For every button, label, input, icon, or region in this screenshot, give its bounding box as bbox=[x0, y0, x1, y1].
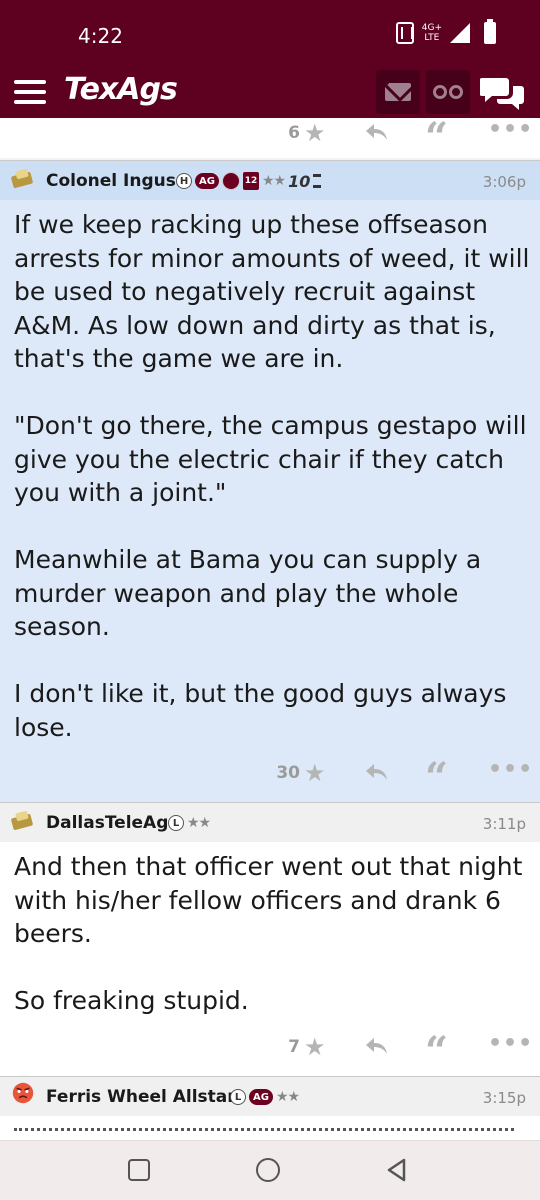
author-avatar-icon bbox=[11, 811, 33, 830]
badge-l: L bbox=[230, 1089, 246, 1105]
post-header: DallasTeleAg L ★★ 3:11p bbox=[0, 802, 540, 842]
network-label-top: 4G+ bbox=[421, 23, 442, 33]
post-time: 3:06p bbox=[482, 173, 526, 191]
post-header: Ferris Wheel Allstar L AG ★★ 3:15p bbox=[0, 1076, 540, 1116]
post-actions: 7 ★ “ ••• bbox=[0, 1026, 540, 1072]
cut-off-text bbox=[14, 1128, 514, 1132]
post-body-area bbox=[0, 1116, 540, 1140]
more-icon[interactable]: ••• bbox=[488, 119, 533, 141]
quote-icon[interactable]: “ bbox=[425, 118, 448, 158]
author-badges: H AG 12 ★★ 10 bbox=[176, 171, 322, 191]
watch-button[interactable] bbox=[426, 70, 470, 114]
author-badges: L AG ★★ bbox=[230, 1087, 300, 1107]
network-label-bottom: LTE bbox=[424, 33, 440, 43]
angry-face-avatar-icon bbox=[12, 1082, 34, 1104]
post-time: 3:15p bbox=[482, 1089, 526, 1107]
hamburger-menu-icon[interactable] bbox=[14, 80, 46, 106]
home-button[interactable] bbox=[256, 1158, 280, 1182]
quote-icon[interactable]: “ bbox=[425, 758, 448, 798]
back-button[interactable] bbox=[384, 1157, 410, 1183]
author-name[interactable]: Colonel Ingus bbox=[46, 171, 176, 191]
site-logo[interactable]: TexAgs bbox=[64, 72, 178, 107]
badge-ag: AG bbox=[249, 1089, 273, 1105]
badge-stars: ★★ bbox=[275, 1089, 300, 1105]
battery-icon bbox=[484, 19, 496, 44]
badge-12: 12 bbox=[242, 172, 259, 190]
system-nav-bar bbox=[0, 1140, 540, 1200]
reply-icon[interactable] bbox=[364, 762, 388, 782]
author-avatar-icon bbox=[11, 169, 33, 188]
post-body: And then that officer went out that nigh… bbox=[14, 852, 523, 1015]
star-icon[interactable]: ★ bbox=[304, 1035, 326, 1059]
author-badges: L ★★ bbox=[168, 813, 211, 833]
post-actions: 30 ★ “ ••• bbox=[0, 752, 540, 798]
badge-stars: ★★ bbox=[187, 815, 211, 831]
badge-stars: ★★ bbox=[261, 173, 286, 189]
author-name[interactable]: DallasTeleAg bbox=[46, 813, 168, 833]
badge-l: L bbox=[168, 815, 184, 831]
mail-icon bbox=[385, 83, 411, 101]
quote-icon[interactable]: “ bbox=[425, 1032, 448, 1072]
author-name[interactable]: Ferris Wheel Allstar bbox=[46, 1087, 236, 1107]
reply-icon[interactable] bbox=[364, 1036, 388, 1056]
network-type-icon: 4G+ LTE bbox=[422, 23, 442, 43]
badge-ag: AG bbox=[195, 173, 219, 189]
star-count: 7 bbox=[288, 1037, 300, 1057]
status-icons: 4G+ LTE bbox=[395, 19, 496, 44]
signal-icon bbox=[450, 23, 470, 43]
star-count: 30 bbox=[276, 763, 300, 783]
reply-icon[interactable] bbox=[364, 122, 388, 142]
post-time: 3:11p bbox=[482, 815, 526, 833]
star-count: 6 bbox=[288, 123, 300, 143]
badge-emblem-icon bbox=[221, 172, 240, 190]
post-body: If we keep racking up these offseason ar… bbox=[14, 210, 530, 742]
badge-10: 10 bbox=[288, 171, 311, 191]
status-bar: 4:22 4G+ LTE bbox=[0, 0, 540, 68]
nfc-icon bbox=[395, 22, 414, 44]
post-actions: 6 ★ “ ••• bbox=[0, 118, 540, 158]
binoculars-icon bbox=[433, 83, 463, 101]
recents-button[interactable] bbox=[128, 1159, 150, 1181]
star-icon[interactable]: ★ bbox=[304, 121, 326, 145]
status-time: 4:22 bbox=[78, 24, 123, 48]
star-icon[interactable]: ★ bbox=[304, 761, 326, 785]
app-header: TexAgs bbox=[0, 68, 540, 122]
badge-h: H bbox=[176, 173, 192, 189]
badge-10-lines-icon bbox=[313, 174, 322, 188]
more-icon[interactable]: ••• bbox=[488, 759, 533, 781]
more-icon[interactable]: ••• bbox=[488, 1033, 533, 1055]
messages-button[interactable] bbox=[376, 70, 420, 114]
post-header: Colonel Ingus H AG 12 ★★ 10 3:06p bbox=[0, 160, 540, 200]
chat-bubbles-icon[interactable] bbox=[480, 74, 526, 112]
